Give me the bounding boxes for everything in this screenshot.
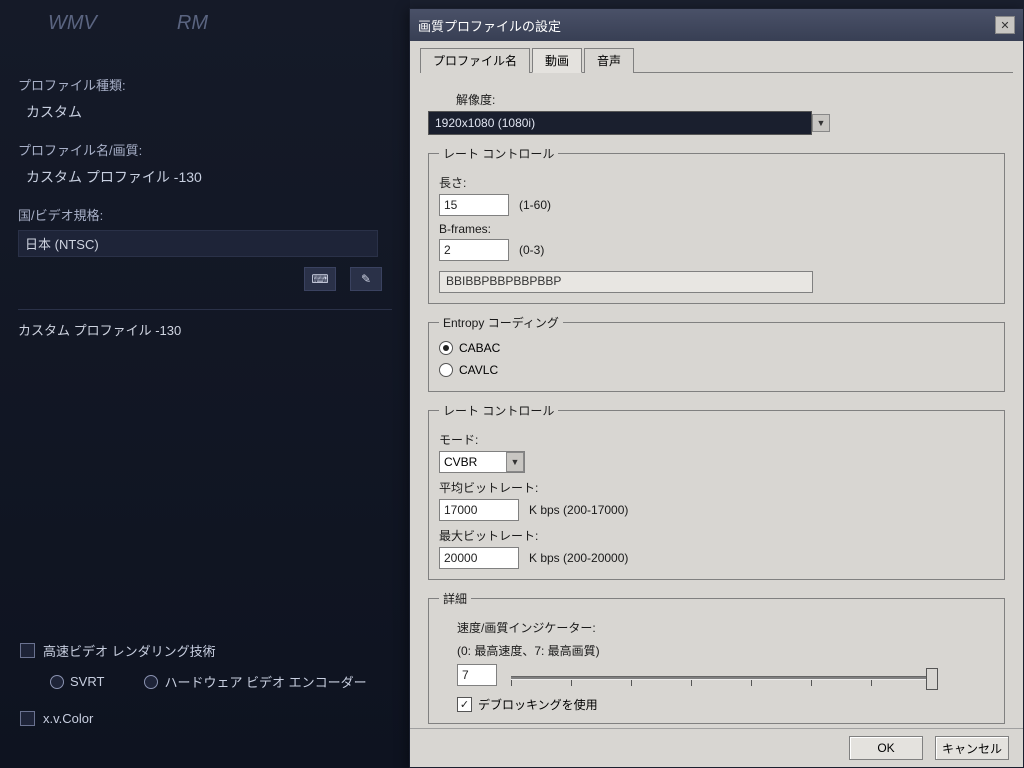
chevron-down-icon[interactable]: ▼: [506, 452, 524, 472]
mode-value: CVBR: [444, 455, 477, 469]
value-profile-name: カスタム プロファイル -130: [18, 167, 392, 187]
bframes-input[interactable]: [439, 239, 509, 261]
rate-control-group: レート コントロール モード: CVBR ▼ 平均ビットレート: K bps (…: [428, 402, 1005, 580]
entropy-legend: Entropy コーディング: [439, 314, 563, 331]
mode-label: モード:: [439, 431, 994, 448]
advanced-group: 詳細 速度/画質インジケーター: (0: 最高速度、7: 最高画質): [428, 590, 1005, 724]
country-select[interactable]: 日本 (NTSC): [18, 230, 378, 257]
tab-video[interactable]: 動画: [532, 48, 582, 73]
keyboard-icon[interactable]: ⌨: [304, 267, 336, 291]
bframes-hint: (0-3): [519, 243, 544, 257]
max-bitrate-input[interactable]: [439, 547, 519, 569]
advanced-legend: 詳細: [439, 590, 471, 607]
max-bitrate-label: 最大ビットレート:: [439, 527, 994, 544]
length-label: 長さ:: [439, 174, 994, 191]
hw-encoder-label: ハードウェア ビデオ エンコーダー: [164, 672, 366, 691]
dialog-title: 画質プロファイルの設定: [418, 16, 561, 35]
tab-audio[interactable]: 音声: [584, 48, 634, 73]
indicator-label: 速度/画質インジケーター:: [457, 619, 994, 636]
format-tab-rm[interactable]: RM: [177, 12, 208, 35]
gop-legend: レート コントロール: [439, 145, 558, 162]
value-profile-type: カスタム: [18, 102, 392, 122]
cavlc-label: CAVLC: [459, 363, 498, 377]
slider-thumb-icon[interactable]: [926, 668, 938, 690]
cancel-button[interactable]: キャンセル: [935, 736, 1009, 760]
checkbox-icon: [20, 711, 35, 726]
list-item[interactable]: カスタム プロファイル -130: [18, 320, 392, 339]
fast-render-label: 高速ビデオ レンダリング技術: [43, 641, 216, 660]
length-hint: (1-60): [519, 198, 551, 212]
cabac-label: CABAC: [459, 341, 500, 355]
avg-bitrate-input[interactable]: [439, 499, 519, 521]
quality-profile-dialog: 画質プロファイルの設定 ✕ プロファイル名 動画 音声 解像度: 1920x10…: [409, 8, 1024, 768]
svrt-label: SVRT: [70, 674, 104, 689]
gop-group: レート コントロール 長さ: (1-60) B-frames: (0-3) BB…: [428, 145, 1005, 304]
fast-render-checkbox[interactable]: 高速ビデオ レンダリング技術: [20, 641, 390, 660]
radio-icon: [439, 363, 453, 377]
checkbox-icon: [20, 643, 35, 658]
mode-select[interactable]: CVBR ▼: [439, 451, 525, 473]
bframes-label: B-frames:: [439, 222, 994, 236]
profile-list[interactable]: カスタム プロファイル -130: [18, 309, 392, 600]
xvcolor-checkbox[interactable]: x.v.Color: [20, 711, 390, 726]
left-panel: WMV RM プロファイル種類: カスタム プロファイル名/画質: カスタム プ…: [0, 0, 410, 768]
tabs: プロファイル名 動画 音声: [420, 47, 1013, 73]
xvcolor-label: x.v.Color: [43, 711, 93, 726]
ok-button[interactable]: OK: [849, 736, 923, 760]
radio-icon: [144, 675, 158, 689]
tab-profile-name[interactable]: プロファイル名: [420, 48, 530, 73]
chevron-down-icon[interactable]: ▼: [812, 114, 830, 132]
gop-pattern-display: BBIBBPBBPBBPBBP: [439, 271, 813, 293]
resolution-select[interactable]: 1920x1080 (1080i): [428, 111, 812, 135]
radio-icon: [439, 341, 453, 355]
radio-icon: [50, 675, 64, 689]
rate-legend: レート コントロール: [439, 402, 558, 419]
deblocking-checkbox[interactable]: ✓ デブロッキングを使用: [457, 696, 994, 713]
quality-slider[interactable]: [511, 666, 931, 688]
edit-icon[interactable]: ✎: [350, 267, 382, 291]
avg-bitrate-label: 平均ビットレート:: [439, 479, 994, 496]
indicator-hint: (0: 最高速度、7: 最高画質): [457, 642, 994, 659]
avg-bitrate-hint: K bps (200-17000): [529, 503, 628, 517]
label-profile-type: プロファイル種類:: [18, 75, 392, 94]
label-profile-name: プロファイル名/画質:: [18, 140, 392, 159]
cabac-radio[interactable]: CABAC: [439, 341, 994, 355]
entropy-group: Entropy コーディング CABAC CAVLC: [428, 314, 1005, 392]
deblocking-label: デブロッキングを使用: [478, 696, 598, 713]
svrt-radio[interactable]: SVRT: [50, 672, 104, 691]
checkbox-icon: ✓: [457, 697, 472, 712]
resolution-label: 解像度:: [456, 91, 1005, 108]
cavlc-radio[interactable]: CAVLC: [439, 363, 994, 377]
indicator-input[interactable]: [457, 664, 497, 686]
length-input[interactable]: [439, 194, 509, 216]
titlebar[interactable]: 画質プロファイルの設定 ✕: [410, 9, 1023, 41]
close-icon[interactable]: ✕: [995, 16, 1015, 34]
max-bitrate-hint: K bps (200-20000): [529, 551, 628, 565]
dialog-footer: OK キャンセル: [410, 728, 1023, 767]
format-tab-wmv[interactable]: WMV: [48, 12, 97, 35]
label-country: 国/ビデオ規格:: [18, 205, 392, 224]
resolution-value: 1920x1080 (1080i): [435, 116, 535, 130]
hw-encoder-radio[interactable]: ハードウェア ビデオ エンコーダー: [144, 672, 366, 691]
